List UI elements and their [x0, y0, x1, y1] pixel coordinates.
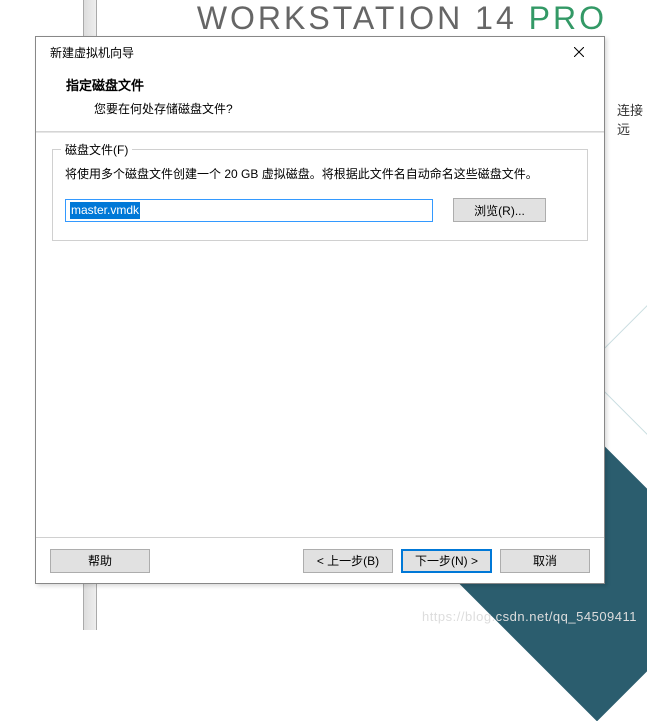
disk-file-value: master.vmdk — [70, 202, 140, 219]
browse-button[interactable]: 浏览(R)... — [453, 198, 546, 222]
header-divider — [36, 131, 604, 133]
close-button[interactable] — [564, 41, 594, 63]
product-suffix: PRO — [529, 0, 607, 36]
bg-side-text: 连接远 — [617, 100, 647, 500]
header-title: 指定磁盘文件 — [66, 75, 574, 94]
file-input-row: master.vmdk 浏览(R)... — [65, 198, 575, 222]
dialog-footer: 帮助 < 上一步(B) 下一步(N) > 取消 — [36, 537, 604, 583]
dialog-header: 指定磁盘文件 您要在何处存储磁盘文件? — [36, 67, 604, 131]
header-subtitle: 您要在何处存储磁盘文件? — [66, 100, 574, 117]
content-area: 磁盘文件(F) 将使用多个磁盘文件创建一个 20 GB 虚拟磁盘。将根据此文件名… — [36, 149, 604, 537]
disk-file-input[interactable]: master.vmdk — [65, 199, 433, 222]
bg-product-title: WORKSTATION 14 PRO — [0, 0, 647, 37]
dialog-title: 新建虚拟机向导 — [50, 44, 134, 61]
help-button[interactable]: 帮助 — [50, 549, 150, 573]
cancel-button[interactable]: 取消 — [500, 549, 590, 573]
next-button[interactable]: 下一步(N) > — [401, 549, 492, 573]
wizard-dialog: 新建虚拟机向导 指定磁盘文件 您要在何处存储磁盘文件? 磁盘文件(F) 将使用多… — [35, 36, 605, 584]
fieldset-description: 将使用多个磁盘文件创建一个 20 GB 虚拟磁盘。将根据此文件名自动命名这些磁盘… — [65, 164, 575, 184]
close-icon — [574, 47, 584, 57]
disk-file-fieldset: 磁盘文件(F) 将使用多个磁盘文件创建一个 20 GB 虚拟磁盘。将根据此文件名… — [52, 149, 588, 241]
product-name: WORKSTATION 14 — [197, 0, 517, 36]
back-button[interactable]: < 上一步(B) — [303, 549, 393, 573]
fieldset-legend: 磁盘文件(F) — [61, 141, 132, 158]
titlebar: 新建虚拟机向导 — [36, 37, 604, 67]
watermark-text: https://blog.csdn.net/qq_54509411 — [422, 609, 637, 624]
